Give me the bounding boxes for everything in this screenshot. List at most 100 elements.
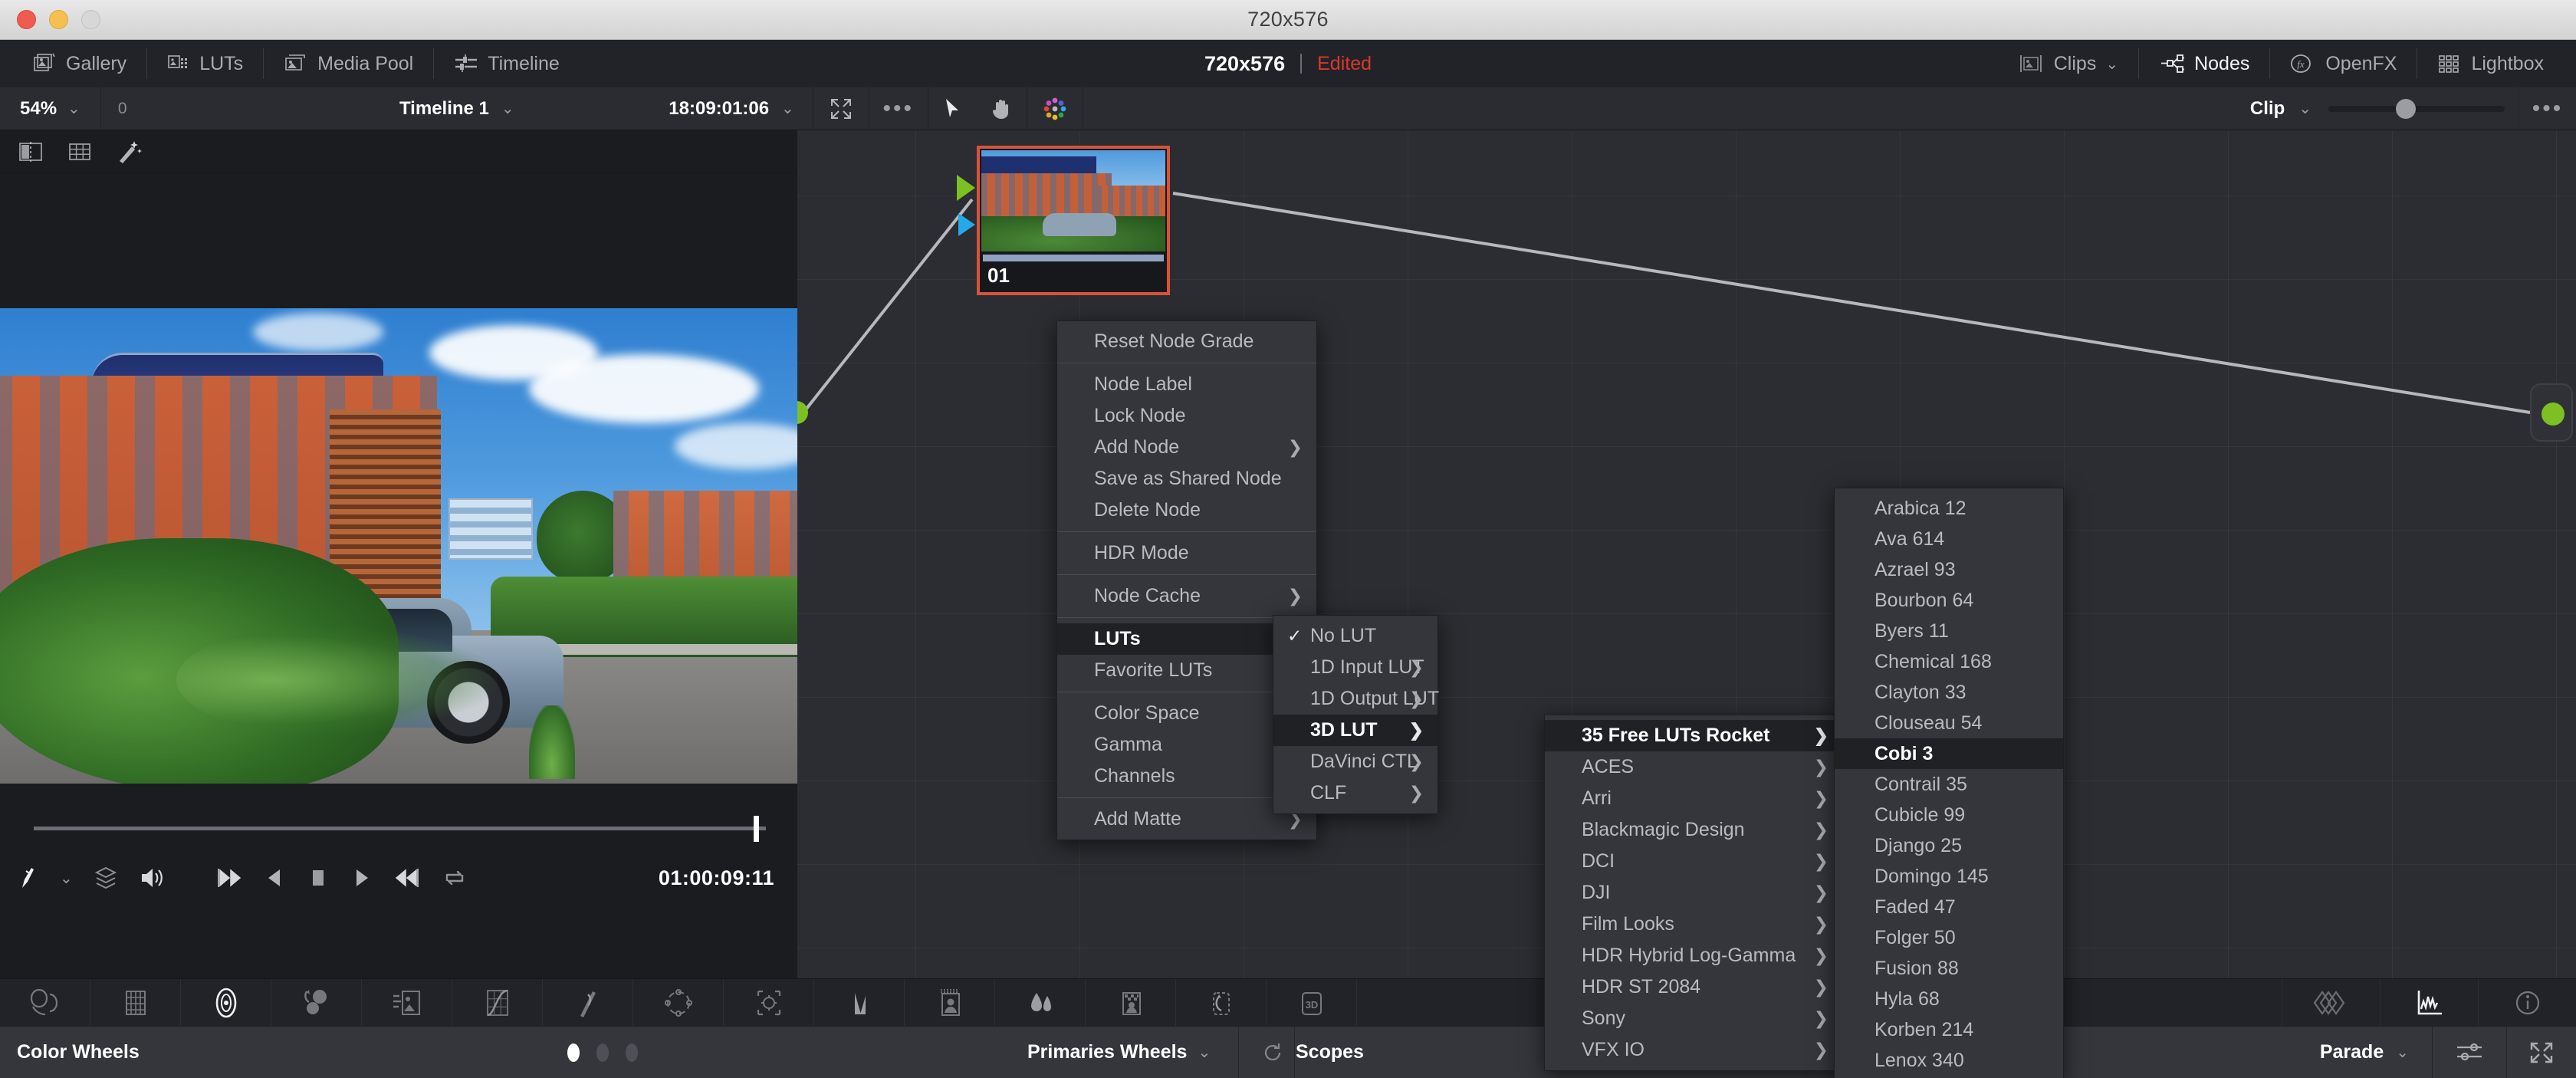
scopes-panel-button[interactable]: [2380, 978, 2478, 1027]
menu-item-davinci-ctl[interactable]: DaVinci CTL ❯: [1273, 746, 1438, 777]
palette-curves-button[interactable]: [452, 978, 543, 1027]
hand-tool-button[interactable]: [978, 87, 1027, 130]
palette-log-wheels-button[interactable]: [181, 978, 271, 1027]
color-picker-icon[interactable]: [17, 865, 40, 891]
grid-view-icon[interactable]: [67, 140, 94, 163]
menu-item-3d-lut[interactable]: 3D LUT ❯: [1273, 715, 1438, 746]
toolbar-media-pool-button[interactable]: Media Pool: [264, 45, 433, 82]
zoom-control[interactable]: 54% ⌄: [0, 87, 100, 130]
rocket-luts-submenu[interactable]: Arabica 12 Ava 614 Azrael 93 Bourbon 64 …: [1834, 488, 2064, 1078]
toolbar-nodes-button[interactable]: Nodes: [2139, 45, 2269, 82]
page-dot-1[interactable]: [567, 1043, 580, 1062]
keyframes-panel-button[interactable]: [2282, 978, 2380, 1027]
info-panel-button[interactable]: [2478, 978, 2576, 1027]
menu-item-arabica-12[interactable]: Arabica 12: [1835, 493, 2063, 524]
palette-stereo-3d-button[interactable]: 3D: [1267, 978, 1357, 1027]
chevron-down-icon[interactable]: ⌄: [1198, 1043, 1211, 1062]
menu-item-hyla-68[interactable]: Hyla 68: [1835, 984, 2063, 1014]
output-node[interactable]: [2530, 383, 2573, 442]
page-dot-3[interactable]: [626, 1043, 638, 1062]
timeline-selector[interactable]: Timeline 1 ⌄: [399, 98, 514, 120]
menu-item-hdr-mode[interactable]: HDR Mode: [1057, 537, 1316, 569]
chevron-down-icon[interactable]: ⌄: [2105, 54, 2118, 74]
menu-item-35-free-luts-rocket[interactable]: 35 Free LUTs Rocket ❯: [1545, 720, 1842, 751]
menu-item-blackmagic-design[interactable]: Blackmagic Design ❯: [1545, 814, 1842, 846]
menu-item-arri[interactable]: Arri ❯: [1545, 783, 1842, 814]
magic-wand-icon[interactable]: [117, 140, 143, 164]
menu-item-clouseau-54[interactable]: Clouseau 54: [1835, 708, 2063, 738]
menu-item-azrael-93[interactable]: Azrael 93: [1835, 554, 2063, 585]
palette-color-warper-button[interactable]: [543, 978, 633, 1027]
playhead[interactable]: [754, 816, 759, 842]
output-connector-dot[interactable]: [2542, 403, 2564, 426]
node-input-arrow[interactable]: [957, 175, 975, 201]
node-size-slider[interactable]: [2319, 87, 2518, 130]
menu-item-1d-input-lut[interactable]: 1D Input LUT ❯: [1273, 652, 1438, 683]
menu-item-sony[interactable]: Sony ❯: [1545, 1003, 1842, 1034]
scope-mode-selector[interactable]: Parade ⌄: [2297, 1041, 2432, 1063]
play-reverse-icon[interactable]: [264, 866, 286, 889]
menu-item-clayton-33[interactable]: Clayton 33: [1835, 677, 2063, 708]
menu-item-contrail-35[interactable]: Contrail 35: [1835, 769, 2063, 800]
play-icon[interactable]: [350, 866, 372, 889]
menu-item-cubicle-99[interactable]: Cubicle 99: [1835, 800, 2063, 830]
page-indicator-dots[interactable]: [567, 1043, 638, 1062]
palette-color-wheels-button[interactable]: [0, 978, 90, 1027]
menu-item-hdr-st-2084[interactable]: HDR ST 2084 ❯: [1545, 971, 1842, 1003]
palette-tracker-button[interactable]: [814, 978, 905, 1027]
timecode-selector[interactable]: 18:09:01:06 ⌄: [669, 98, 794, 120]
menu-item-dci[interactable]: DCI ❯: [1545, 846, 1842, 877]
menu-item-vfx-io[interactable]: VFX IO ❯: [1545, 1034, 1842, 1066]
toolbar-clips-button[interactable]: Clips ⌄: [1997, 45, 2138, 82]
go-to-first-frame-icon[interactable]: [215, 866, 243, 889]
menu-item-film-looks[interactable]: Film Looks ❯: [1545, 909, 1842, 940]
scope-settings-button[interactable]: [2432, 1026, 2506, 1078]
menu-item-aces[interactable]: ACES ❯: [1545, 751, 1842, 783]
toolbar-openfx-button[interactable]: fx OpenFX: [2270, 45, 2417, 82]
audio-icon[interactable]: [139, 866, 165, 890]
chevron-down-icon[interactable]: ⌄: [60, 869, 73, 888]
palette-primaries-bars-button[interactable]: [90, 978, 181, 1027]
menu-item-ava-614[interactable]: Ava 614: [1835, 524, 2063, 554]
slider-thumb[interactable]: [2396, 98, 2416, 119]
view-mode-selector[interactable]: Clip ⌄: [2250, 87, 2319, 130]
menu-item-reset-node-grade[interactable]: Reset Node Grade: [1057, 326, 1316, 357]
3d-lut-submenu[interactable]: 35 Free LUTs Rocket ❯ ACES ❯ Arri ❯ Blackma…: [1544, 715, 1843, 1071]
fit-to-screen-button[interactable]: [813, 87, 869, 130]
luts-submenu[interactable]: ✓ No LUT 1D Input LUT ❯ 1D Output LUT ❯ 3D …: [1273, 615, 1439, 814]
menu-item-no-lut[interactable]: ✓ No LUT: [1273, 620, 1438, 652]
menu-item-korben-214[interactable]: Korben 214: [1835, 1014, 2063, 1045]
menu-item-folger-50[interactable]: Folger 50: [1835, 922, 2063, 953]
menu-item-domingo-145[interactable]: Domingo 145: [1835, 861, 2063, 892]
palette-qualifier-button[interactable]: [633, 978, 724, 1027]
menu-item-fusion-88[interactable]: Fusion 88: [1835, 953, 2063, 984]
toolbar-gallery-button[interactable]: Gallery: [14, 45, 146, 82]
scrub-track[interactable]: [34, 827, 766, 830]
menu-item-hdr-hybrid-log-gamma[interactable]: HDR Hybrid Log-Gamma ❯: [1545, 940, 1842, 971]
color-picker-button[interactable]: [1027, 87, 1083, 130]
menu-item-node-label[interactable]: Node Label: [1057, 369, 1316, 400]
palette-rgb-mixer-button[interactable]: [271, 978, 362, 1027]
split-screen-icon[interactable]: [18, 140, 44, 163]
toolbar-luts-button[interactable]: LUTs: [147, 45, 263, 82]
chevron-down-icon[interactable]: ⌄: [781, 99, 794, 118]
node-key-arrow[interactable]: [958, 213, 975, 236]
viewer-options-button[interactable]: •••: [869, 87, 928, 130]
stack-icon[interactable]: [93, 865, 119, 891]
palette-power-window-button[interactable]: [724, 978, 814, 1027]
expand-scopes-button[interactable]: [2506, 1026, 2576, 1078]
node-graph-options-button[interactable]: •••: [2519, 87, 2576, 130]
menu-item-delete-node[interactable]: Delete Node: [1057, 495, 1316, 526]
menu-item-chemical-168[interactable]: Chemical 168: [1835, 646, 2063, 677]
chevron-down-icon[interactable]: ⌄: [501, 99, 514, 118]
menu-item-bourbon-64[interactable]: Bourbon 64: [1835, 585, 2063, 616]
palette-magic-mask-button[interactable]: [905, 978, 995, 1027]
loop-icon[interactable]: [442, 866, 467, 889]
page-dot-2[interactable]: [596, 1043, 609, 1062]
menu-item-clf[interactable]: CLF ❯: [1273, 777, 1438, 809]
chevron-down-icon[interactable]: ⌄: [2396, 1043, 2409, 1062]
menu-item-django-25[interactable]: Django 25: [1835, 830, 2063, 861]
palette-blur-button[interactable]: [995, 978, 1086, 1027]
palette-color-match-button[interactable]: [362, 978, 452, 1027]
toolbar-lightbox-button[interactable]: Lightbox: [2417, 45, 2564, 82]
